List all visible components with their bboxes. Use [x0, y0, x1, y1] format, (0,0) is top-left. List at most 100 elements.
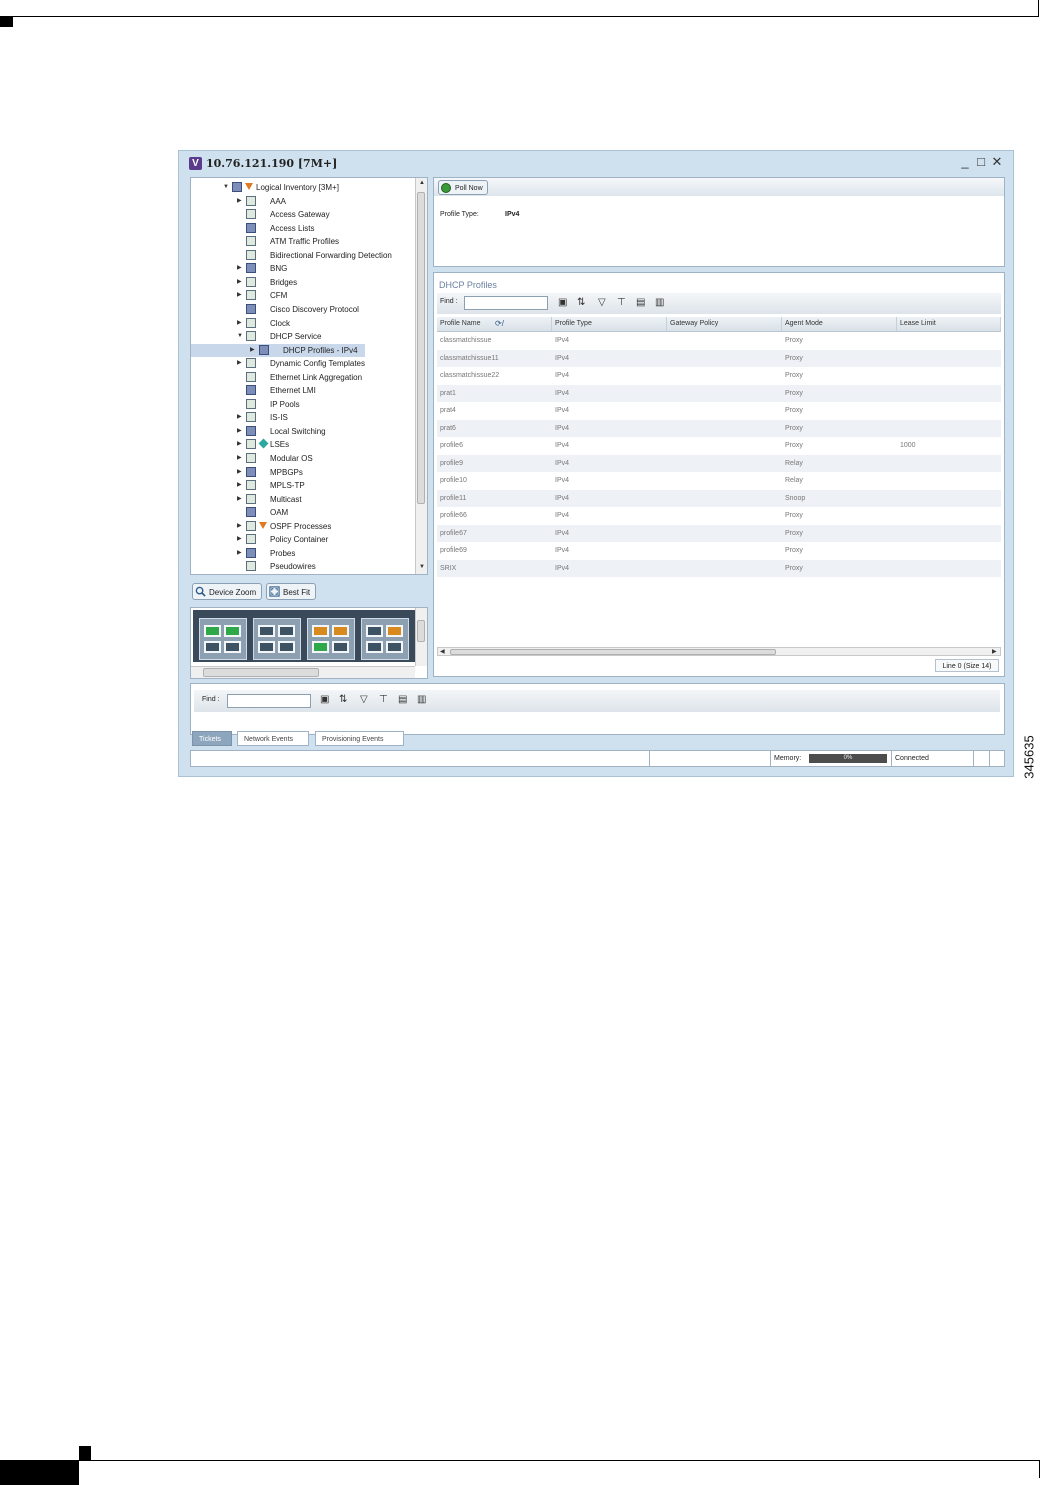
- device-zoom-button[interactable]: Device Zoom: [192, 583, 262, 600]
- tree-item[interactable]: ▶ Dynamic Config Templates: [191, 357, 411, 370]
- port-icon[interactable]: [332, 625, 349, 637]
- port-icon[interactable]: [332, 641, 349, 653]
- tree-item[interactable]: Bidirectional Forwarding Detection: [191, 249, 411, 262]
- sort-indicator-icon[interactable]: ⟳/: [495, 317, 504, 331]
- tree-item[interactable]: Ethernet LMI: [191, 384, 411, 397]
- device-hscroll-thumb[interactable]: [203, 668, 319, 677]
- port-icon[interactable]: [386, 625, 403, 637]
- tree-item[interactable]: ▶ Probes: [191, 547, 411, 560]
- expand-icon[interactable]: ▶: [237, 479, 242, 492]
- expand-icon[interactable]: ▶: [237, 317, 242, 330]
- tree-item[interactable]: Cisco Discovery Protocol: [191, 303, 411, 316]
- expand-icon[interactable]: ▶: [237, 195, 242, 208]
- columns-icon[interactable]: ▤: [636, 297, 645, 309]
- tree-item[interactable]: ▶ BNG: [191, 262, 411, 275]
- tree-item[interactable]: ▶ AAA: [191, 195, 411, 208]
- table-settings-icon[interactable]: ▥: [655, 297, 664, 309]
- port-icon[interactable]: [386, 641, 403, 653]
- tree-item[interactable]: ATM Traffic Profiles: [191, 235, 411, 248]
- line-card[interactable]: [253, 618, 301, 660]
- expand-icon[interactable]: ▶: [250, 344, 255, 357]
- tree-item[interactable]: ▶ Clock: [191, 317, 411, 330]
- port-icon[interactable]: [204, 625, 221, 637]
- collapse-icon[interactable]: ▼: [237, 330, 243, 343]
- expand-icon[interactable]: ▶: [237, 533, 242, 546]
- device-hscrollbar[interactable]: [191, 666, 415, 678]
- tree-item[interactable]: Ethernet Link Aggregation: [191, 371, 411, 384]
- table-row[interactable]: prat4 IPv4 Proxy: [437, 402, 1001, 420]
- tree-item[interactable]: ▼ Logical Inventory [3M+]: [191, 181, 411, 194]
- tab-network-events[interactable]: Network Events: [237, 731, 309, 746]
- table-hscroll-thumb[interactable]: [450, 649, 776, 655]
- device-vscrollbar[interactable]: [415, 608, 427, 666]
- line-card[interactable]: [361, 618, 409, 660]
- table-row[interactable]: profile11 IPv4 Snoop: [437, 489, 1001, 507]
- table-row[interactable]: profile10 IPv4 Relay: [437, 472, 1001, 490]
- table-row[interactable]: prat6 IPv4 Proxy: [437, 419, 1001, 437]
- port-icon[interactable]: [224, 641, 241, 653]
- maximize-icon[interactable]: □: [974, 154, 988, 169]
- collapse-icon[interactable]: ▼: [223, 181, 229, 194]
- column-header[interactable]: Profile Type: [552, 317, 667, 331]
- line-card[interactable]: [199, 618, 247, 660]
- table-row[interactable]: classmatchissue11 IPv4 Proxy: [437, 349, 1001, 367]
- table-row[interactable]: profile6 IPv4 Proxy 1000: [437, 437, 1001, 455]
- close-icon[interactable]: ✕: [990, 154, 1004, 170]
- port-icon[interactable]: [204, 641, 221, 653]
- tab-tickets[interactable]: Tickets: [192, 731, 232, 746]
- tree-item[interactable]: Access Lists: [191, 222, 411, 235]
- port-icon[interactable]: [278, 625, 295, 637]
- tree-scrollbar[interactable]: ▲ ▼: [415, 178, 427, 574]
- tree-scroll-thumb[interactable]: [417, 192, 425, 504]
- expand-icon[interactable]: ▶: [237, 425, 242, 438]
- tree-item[interactable]: IP Pools: [191, 398, 411, 411]
- tree-item[interactable]: ▶ Modular OS: [191, 452, 411, 465]
- expand-icon[interactable]: ▶: [237, 276, 242, 289]
- events-sort-icon[interactable]: ⇅: [339, 694, 347, 706]
- tree-item[interactable]: ▶ LSEs: [191, 438, 411, 451]
- events-filter-icon[interactable]: ▽: [360, 694, 368, 706]
- best-fit-button[interactable]: Best Fit: [266, 583, 316, 600]
- expand-icon[interactable]: ▶: [237, 438, 242, 451]
- events-export-icon[interactable]: ▣: [320, 694, 329, 706]
- events-advanced-filter-icon[interactable]: ⊤: [379, 694, 388, 706]
- tree-item[interactable]: ▶ Bridges: [191, 276, 411, 289]
- tree-item[interactable]: ▶ CFM: [191, 289, 411, 302]
- tree-item[interactable]: ▶ DHCP Profiles - IPv4: [191, 343, 365, 357]
- table-row[interactable]: classmatchissue22 IPv4 Proxy: [437, 367, 1001, 385]
- expand-icon[interactable]: ▶: [237, 262, 242, 275]
- port-icon[interactable]: [224, 625, 241, 637]
- expand-icon[interactable]: ▶: [237, 411, 242, 424]
- table-row[interactable]: profile9 IPv4 Relay: [437, 454, 1001, 472]
- expand-icon[interactable]: ▶: [237, 466, 242, 479]
- expand-icon[interactable]: ▶: [237, 520, 242, 533]
- table-row[interactable]: profile69 IPv4 Proxy: [437, 542, 1001, 560]
- expand-icon[interactable]: ▶: [237, 289, 242, 302]
- expand-icon[interactable]: ▶: [237, 547, 242, 560]
- tree-item[interactable]: ▶ MPBGPs: [191, 466, 411, 479]
- scroll-left-icon[interactable]: ◀: [440, 648, 445, 655]
- minimize-icon[interactable]: _: [958, 154, 972, 169]
- tree-item[interactable]: OAM: [191, 506, 411, 519]
- device-vscroll-thumb[interactable]: [417, 620, 425, 642]
- column-header[interactable]: Gateway Policy: [667, 317, 782, 331]
- port-icon[interactable]: [258, 625, 275, 637]
- device-view[interactable]: [190, 607, 428, 679]
- scroll-down-icon[interactable]: ▼: [419, 564, 425, 570]
- tree-item[interactable]: ▶ MPLS-TP: [191, 479, 411, 492]
- port-icon[interactable]: [366, 641, 383, 653]
- tree-item[interactable]: Pseudowires: [191, 560, 411, 573]
- table-row[interactable]: SRIX IPv4 Proxy: [437, 559, 1001, 577]
- events-settings-icon[interactable]: ▥: [417, 694, 426, 706]
- tree-item[interactable]: Access Gateway: [191, 208, 411, 221]
- expand-icon[interactable]: ▶: [237, 452, 242, 465]
- port-icon[interactable]: [312, 625, 329, 637]
- line-card[interactable]: [307, 618, 355, 660]
- sort-icon[interactable]: ⇅: [577, 297, 585, 309]
- tree-item[interactable]: ▶ OSPF Processes: [191, 520, 411, 533]
- tree-item[interactable]: ▶ IS-IS: [191, 411, 411, 424]
- table-row[interactable]: classmatchissue IPv4 Proxy: [437, 332, 1001, 350]
- port-icon[interactable]: [258, 641, 275, 653]
- port-icon[interactable]: [366, 625, 383, 637]
- filter-icon[interactable]: ▽: [598, 297, 606, 309]
